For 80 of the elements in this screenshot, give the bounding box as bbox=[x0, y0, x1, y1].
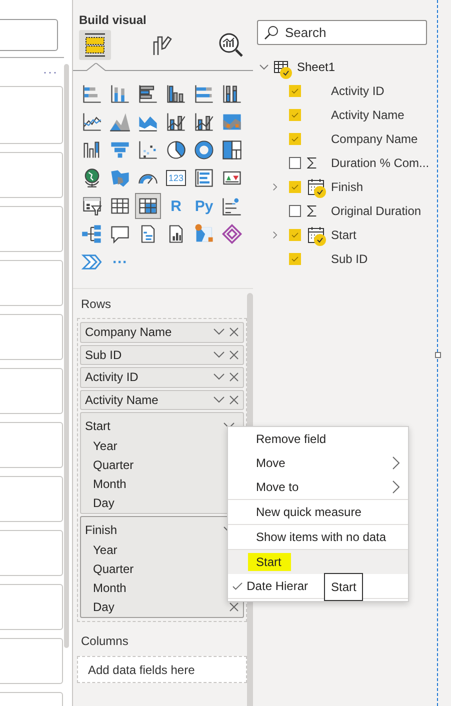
input-field[interactable] bbox=[0, 19, 58, 51]
field-pill[interactable]: Activity ID bbox=[80, 367, 244, 388]
matrix-visual-button[interactable] bbox=[135, 193, 161, 219]
percent-column-chart-icon bbox=[221, 83, 243, 105]
field-name[interactable]: Finish bbox=[331, 180, 364, 194]
line-and-column-chart-icon bbox=[165, 111, 187, 133]
donut-chart-icon bbox=[193, 139, 215, 161]
chevron-icon[interactable] bbox=[271, 230, 279, 240]
checkmark-icon bbox=[290, 134, 300, 144]
scatter-chart-icon bbox=[137, 139, 159, 161]
area-chart-icon bbox=[109, 111, 131, 133]
section-label: Rows bbox=[81, 297, 112, 313]
drop-field[interactable]: Add data fields here bbox=[77, 656, 247, 683]
table-name[interactable]: Sheet1 bbox=[297, 60, 336, 74]
diamond-visual-button[interactable] bbox=[219, 221, 245, 247]
close-icon[interactable] bbox=[229, 372, 239, 382]
chevron-down-icon[interactable] bbox=[213, 373, 225, 382]
diamond-icon bbox=[221, 223, 243, 245]
close-icon[interactable] bbox=[229, 327, 239, 338]
field-name[interactable]: Start bbox=[331, 228, 356, 242]
hierarchy-pill[interactable]: Finish Year Quarter Month Day bbox=[80, 516, 244, 618]
checkmark-icon bbox=[290, 110, 300, 120]
chevron-down-icon[interactable] bbox=[213, 350, 225, 359]
treemap-icon bbox=[221, 139, 243, 161]
tooltip: Start bbox=[324, 573, 364, 601]
search-icon bbox=[263, 25, 279, 41]
field-pill[interactable]: Company Name bbox=[80, 322, 244, 342]
chevron-down-icon[interactable] bbox=[213, 396, 225, 404]
field-name[interactable]: Company Name bbox=[331, 132, 418, 146]
decomposition-tree-icon bbox=[81, 223, 103, 245]
close-icon[interactable] bbox=[229, 350, 239, 360]
search-field[interactable]: Search bbox=[257, 20, 427, 45]
clustered-column-chart-icon bbox=[165, 83, 187, 105]
multi-row-card-icon bbox=[193, 167, 215, 189]
field-name[interactable]: Duration % Com... bbox=[331, 156, 430, 170]
check-badge-icon bbox=[314, 234, 326, 246]
checkbox[interactable] bbox=[289, 205, 301, 217]
sigma-icon bbox=[307, 204, 317, 218]
line-chart-icon bbox=[81, 111, 103, 133]
menu-item[interactable]: Start bbox=[228, 550, 408, 574]
field-pill[interactable]: Activity Name bbox=[80, 390, 244, 410]
chevron-down-icon[interactable] bbox=[213, 328, 225, 336]
field-name[interactable]: Activity Name bbox=[331, 108, 404, 122]
chevron-icon[interactable] bbox=[259, 62, 269, 72]
stacked-bar-chart-icon bbox=[81, 83, 103, 105]
checkbox[interactable] bbox=[289, 157, 301, 169]
checkmark-icon bbox=[232, 582, 243, 590]
checkmark-icon bbox=[290, 254, 300, 264]
clustered-bar-chart-icon bbox=[137, 83, 159, 105]
chevron-icon[interactable] bbox=[271, 182, 279, 192]
pane-title: Build visual bbox=[79, 13, 148, 27]
close-icon[interactable] bbox=[229, 602, 239, 612]
menu-item[interactable]: New quick measure bbox=[228, 500, 408, 524]
menu-item[interactable]: Show items with no data bbox=[228, 525, 408, 549]
chevron-right-icon bbox=[392, 456, 400, 470]
percent-bar-chart-icon bbox=[193, 83, 215, 105]
field-name[interactable]: Original Duration bbox=[331, 204, 422, 218]
fields-tab[interactable] bbox=[79, 30, 111, 60]
chevron-right-icon bbox=[392, 480, 400, 494]
resize-handle[interactable] bbox=[435, 352, 441, 358]
field-name[interactable]: Sub ID bbox=[331, 252, 368, 266]
field-name[interactable]: Activity ID bbox=[331, 84, 384, 98]
close-icon[interactable] bbox=[229, 394, 239, 405]
sigma-icon bbox=[307, 156, 317, 170]
hierarchy-pill[interactable]: Start Year Quarter Month Day bbox=[80, 412, 244, 514]
checkmark-icon bbox=[290, 230, 300, 240]
magnifier-chart-icon bbox=[217, 31, 245, 59]
stacked-column-chart-icon bbox=[109, 83, 131, 105]
field-pill[interactable]: Sub ID bbox=[80, 344, 244, 365]
check-badge-icon bbox=[314, 186, 326, 198]
scrollbar-thumb[interactable] bbox=[64, 64, 69, 648]
slicer-icon bbox=[81, 195, 103, 217]
chevron-down-icon[interactable] bbox=[223, 422, 235, 430]
checkmark-icon bbox=[290, 86, 300, 96]
hierarchy-level[interactable]: Day bbox=[93, 600, 229, 614]
line-and-column-chart-icon bbox=[193, 111, 215, 133]
pie-chart-icon bbox=[165, 139, 187, 161]
section-label: Columns bbox=[81, 634, 130, 650]
checkmark-icon bbox=[290, 182, 300, 192]
more-options[interactable]: ··· bbox=[43, 65, 58, 79]
